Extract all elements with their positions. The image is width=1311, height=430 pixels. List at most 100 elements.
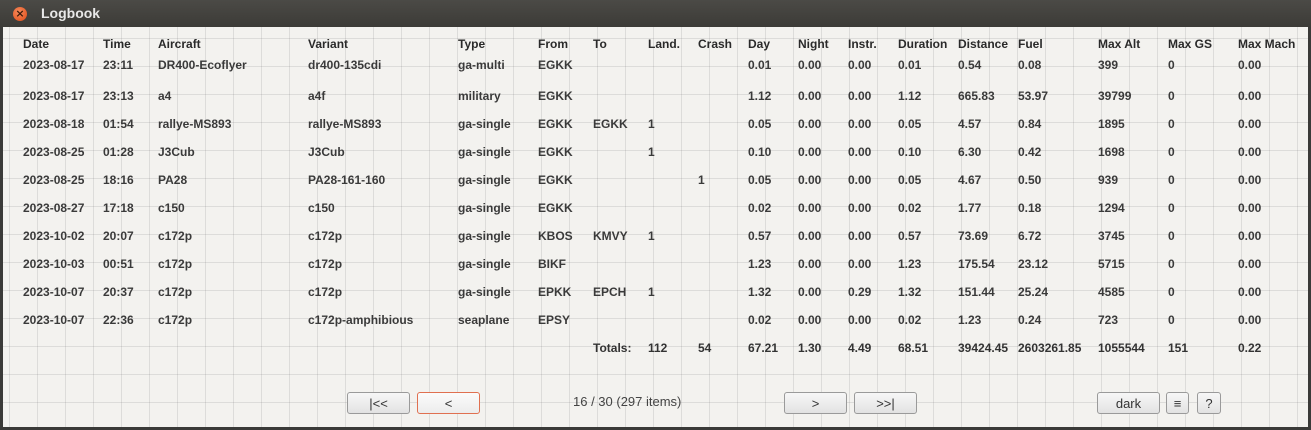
table-row[interactable]: 2023-08-27 17:18 c150 c150 ga-single EGKK 0.02… xyxy=(17,194,1297,222)
column-header[interactable]: Max GS xyxy=(1162,30,1232,54)
table-cell: 0.00 xyxy=(848,201,872,215)
table-cell: 20:37 xyxy=(103,285,134,299)
table-cell: 2023-08-18 xyxy=(23,117,85,131)
table-cell xyxy=(642,82,692,110)
previous-page-button[interactable]: < xyxy=(417,392,480,414)
table-row[interactable]: 2023-08-17 23:13 a4 a4f military EGKK 1.12 0.00… xyxy=(17,82,1297,110)
table-cell: 53.97 xyxy=(1018,89,1049,103)
table-cell: 0.00 xyxy=(1238,257,1262,271)
table-cell: 1.32 xyxy=(748,285,772,299)
table-cell: 23:13 xyxy=(103,89,134,103)
table-row[interactable]: 2023-08-25 18:16 PA28 PA28-161-160 ga-single… xyxy=(17,166,1297,194)
table-cell: 399 xyxy=(1098,58,1119,72)
table-cell: ga-single xyxy=(458,145,511,159)
table-row[interactable]: 2023-08-18 01:54 rallye-MS893 rallye-MS893 g… xyxy=(17,110,1297,138)
table-cell: 39799 xyxy=(1098,89,1132,103)
table-cell: 0.05 xyxy=(748,173,772,187)
table-cell: 0.42 xyxy=(1018,145,1042,159)
title-bar: × Logbook xyxy=(0,0,1311,27)
table-cell: 1 xyxy=(648,117,655,131)
column-header[interactable]: To xyxy=(587,30,642,54)
table-cell: 0.00 xyxy=(798,257,822,271)
table-cell: ga-single xyxy=(458,257,511,271)
table-cell: 0.00 xyxy=(798,117,822,131)
table-cell xyxy=(692,306,742,334)
table-cell: 25.24 xyxy=(1018,285,1049,299)
window-title: Logbook xyxy=(41,5,101,21)
table-row[interactable]: 2023-08-25 01:28 J3Cub J3Cub ga-single EGKK 1 0… xyxy=(17,138,1297,166)
table-header-row: Date Time Aircraft Variant Type From To Land. Cr… xyxy=(17,30,1297,54)
table-cell: 4.67 xyxy=(958,173,982,187)
table-cell: c172p-amphibious xyxy=(308,313,414,327)
table-cell: 1.12 xyxy=(898,89,922,103)
totals-cell: 2603261.85 xyxy=(1018,341,1082,355)
table-row[interactable]: 2023-10-07 22:36 c172p c172p-amphibious seap… xyxy=(17,306,1297,334)
empty-cell xyxy=(532,334,587,362)
table-row[interactable]: 2023-10-03 00:51 c172p c172p ga-single BIKF 1.… xyxy=(17,250,1297,278)
column-header[interactable]: Max Mach xyxy=(1232,30,1297,54)
table-cell: ga-single xyxy=(458,117,511,131)
column-header[interactable]: Day xyxy=(742,30,792,54)
table-cell: EGKK xyxy=(538,117,573,131)
table-cell: 2023-08-17 xyxy=(23,89,85,103)
menu-button[interactable]: ≡ xyxy=(1166,392,1189,414)
table-cell xyxy=(587,166,642,194)
table-cell: 0.00 xyxy=(798,313,822,327)
column-header[interactable]: Duration xyxy=(892,30,952,54)
table-cell xyxy=(642,250,692,278)
column-header[interactable]: Crash xyxy=(692,30,742,54)
column-header[interactable]: Max Alt xyxy=(1092,30,1162,54)
table-cell xyxy=(692,138,742,166)
column-header[interactable]: Time xyxy=(97,30,152,54)
table-cell: 0.00 xyxy=(848,117,872,131)
table-cell: 0.00 xyxy=(848,89,872,103)
table-cell: c150 xyxy=(308,201,335,215)
table-cell: J3Cub xyxy=(158,145,195,159)
table-cell xyxy=(587,194,642,222)
theme-toggle-button[interactable]: dark xyxy=(1097,392,1160,414)
table-cell: 0.01 xyxy=(748,58,772,72)
table-cell: 0.29 xyxy=(848,285,872,299)
column-header[interactable]: Distance xyxy=(952,30,1012,54)
table-cell: DR400-Ecoflyer xyxy=(158,58,247,72)
first-page-button[interactable]: |<< xyxy=(347,392,410,414)
column-header[interactable]: From xyxy=(532,30,587,54)
column-header[interactable]: Variant xyxy=(302,30,452,54)
help-button[interactable]: ? xyxy=(1197,392,1221,414)
table-cell: 0.00 xyxy=(798,173,822,187)
table-row[interactable]: 2023-10-07 20:37 c172p c172p ga-single EPKK EP… xyxy=(17,278,1297,306)
last-page-button[interactable]: >>| xyxy=(854,392,917,414)
table-cell: 0.08 xyxy=(1018,58,1042,72)
table-cell: 0.00 xyxy=(798,285,822,299)
table-cell: 73.69 xyxy=(958,229,989,243)
table-cell: 0.02 xyxy=(748,313,772,327)
table-cell xyxy=(692,110,742,138)
table-row[interactable]: 2023-08-17 23:11 DR400-Ecoflyer dr400-135cd… xyxy=(17,54,1297,82)
close-icon[interactable]: × xyxy=(13,7,27,21)
table-cell: a4 xyxy=(158,89,172,103)
table-cell: 20:07 xyxy=(103,229,134,243)
table-cell: 5715 xyxy=(1098,257,1125,271)
column-header[interactable]: Night xyxy=(792,30,842,54)
table-cell: c172p xyxy=(158,257,193,271)
next-page-button[interactable]: > xyxy=(784,392,847,414)
table-cell: a4f xyxy=(308,89,326,103)
table-cell: 0.00 xyxy=(1238,285,1262,299)
column-header[interactable]: Type xyxy=(452,30,532,54)
table-cell: 1 xyxy=(648,145,655,159)
table-cell: ga-single xyxy=(458,201,511,215)
table-cell: 18:16 xyxy=(103,173,134,187)
column-header[interactable]: Aircraft xyxy=(152,30,302,54)
table-cell: 1 xyxy=(648,229,655,243)
column-header[interactable]: Date xyxy=(17,30,97,54)
table-cell: 3745 xyxy=(1098,229,1125,243)
column-header[interactable]: Fuel xyxy=(1012,30,1092,54)
table-cell: 0 xyxy=(1168,145,1175,159)
column-header[interactable]: Instr. xyxy=(842,30,892,54)
column-header[interactable]: Land. xyxy=(642,30,692,54)
table-cell: 0 xyxy=(1168,257,1175,271)
table-row[interactable]: 2023-10-02 20:07 c172p c172p ga-single KBOS KM… xyxy=(17,222,1297,250)
table-cell: 0.00 xyxy=(1238,173,1262,187)
table-cell: c150 xyxy=(158,201,185,215)
table-cell: 0.57 xyxy=(748,229,772,243)
